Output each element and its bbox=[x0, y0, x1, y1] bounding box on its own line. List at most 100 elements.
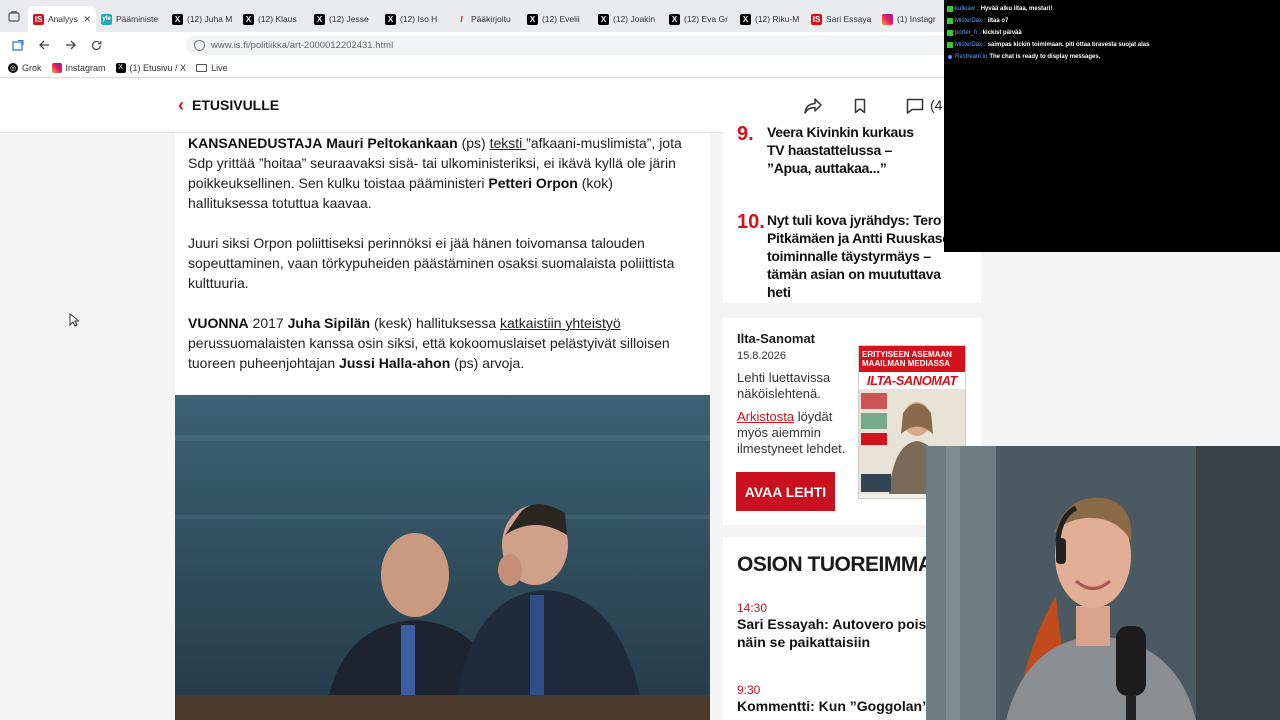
close-tab-icon[interactable]: ✕ bbox=[83, 14, 91, 25]
kick-badge-icon bbox=[947, 18, 953, 24]
rank-headline: Veera Kivinkin kurkaus TV haastattelussa… bbox=[767, 124, 914, 176]
text-span: 2017 bbox=[248, 315, 288, 331]
kick-badge-icon bbox=[947, 6, 953, 12]
chat-username: Restream.io bbox=[955, 54, 988, 60]
paper-date: 15.8.2026 bbox=[737, 350, 786, 362]
text-span: (ps) arvoja. bbox=[450, 355, 525, 371]
yle-favicon-icon: yle bbox=[101, 13, 112, 25]
person-name: Juha Sipilän bbox=[287, 315, 371, 331]
chat-colon: : bbox=[977, 6, 979, 12]
comments-count[interactable]: (4 bbox=[930, 97, 942, 113]
bookmark-item[interactable]: Live bbox=[196, 63, 228, 73]
tab-label: (12) Riku-M bbox=[755, 14, 800, 24]
url-text: www.is.fi/politiikka/art-2000012202431.h… bbox=[211, 39, 394, 51]
text-span: (kesk) hallituksessa bbox=[370, 315, 501, 331]
chevron-left-icon: ‹ bbox=[178, 95, 184, 115]
back-arrow-icon[interactable] bbox=[32, 33, 56, 57]
most-read-item[interactable]: 10. Nyt tuli kova jyrähdys: Tero Pitkämäe… bbox=[737, 211, 962, 301]
tab-overview-icon[interactable] bbox=[0, 0, 28, 32]
browser-tab[interactable]: IS Sari Essaya bbox=[806, 6, 877, 32]
person-name: Jussi Halla-ahon bbox=[339, 355, 451, 371]
lead-word: KANSANEDUSTAJA bbox=[188, 135, 323, 151]
browser-tab[interactable]: X (12) Evelii bbox=[522, 6, 593, 32]
browser-tab[interactable]: X (12) Juha M bbox=[167, 6, 238, 32]
browser-tab[interactable]: (1) Instagr bbox=[877, 6, 944, 32]
back-to-frontpage-link[interactable]: ‹ ETUSIVULLE bbox=[178, 96, 279, 114]
x-favicon-icon: X bbox=[598, 13, 609, 25]
chat-text: Hyvää alku iltaa, mestari! bbox=[980, 6, 1053, 12]
x-favicon-icon: X bbox=[527, 13, 538, 25]
tab-label: Pääkirjoitu bbox=[471, 14, 511, 24]
ig-favicon-icon bbox=[882, 13, 893, 25]
share-icon[interactable] bbox=[802, 95, 824, 117]
bookmark-item[interactable]: ◎ Grok bbox=[8, 62, 42, 73]
browser-tab[interactable]: X (12) Jesse bbox=[309, 6, 380, 32]
x-favicon-icon: X bbox=[669, 13, 680, 25]
chat-username: MisterDax bbox=[955, 18, 983, 24]
chat-username: porter_fi bbox=[955, 30, 978, 36]
tab-label: (12) Klaus bbox=[258, 14, 297, 24]
forward-arrow-icon[interactable] bbox=[58, 33, 82, 57]
browser-tab[interactable]: IS Analyys ✕ bbox=[28, 6, 96, 32]
chat-username: MisterDax bbox=[955, 42, 983, 48]
chat-username: kutkiaw bbox=[955, 6, 976, 12]
browser-tab[interactable]: yle Pääministe bbox=[96, 6, 167, 32]
text-span: (ps) bbox=[457, 135, 490, 151]
chat-colon: : bbox=[979, 30, 981, 36]
browser-tab[interactable]: X (12) Klaus bbox=[238, 6, 309, 32]
tab-label: Sari Essaya bbox=[826, 14, 872, 24]
bookmarks-bar: ◎ Grok Instagram X (1) Etusivu / X Live bbox=[0, 58, 944, 78]
bookmark-label: Grok bbox=[22, 62, 42, 73]
address-bar[interactable]: www.is.fi/politiikka/art-2000012202431.h… bbox=[186, 35, 944, 55]
folder-icon bbox=[196, 63, 208, 72]
bookmark-label: (1) Etusivu / X bbox=[129, 62, 187, 73]
chat-message: MisterDax: saimpas kickin toimimaan. piti… bbox=[947, 39, 1280, 51]
chat-colon: : bbox=[984, 42, 986, 48]
chat-message: Restream.io The chat is ready to display … bbox=[947, 51, 1280, 63]
bookmark-icon[interactable] bbox=[849, 95, 871, 117]
bookmark-label: Instagram bbox=[65, 62, 106, 73]
rank-headline: Nyt tuli kova jyrähdys: Tero Pitkämäen j… bbox=[767, 212, 959, 300]
tab-label: (12) Eva Gr bbox=[684, 14, 728, 24]
browser-tab[interactable]: X (12) Joakin bbox=[593, 6, 664, 32]
tab-label: Pääministe bbox=[116, 14, 159, 24]
chat-text: The chat is ready to display messages. bbox=[989, 54, 1101, 60]
new-window-icon[interactable] bbox=[6, 33, 30, 57]
browser-tab[interactable]: X (12) Iso H bbox=[380, 6, 451, 32]
is-favicon-icon: IS bbox=[33, 13, 44, 25]
chat-message: porter_fi: kickist päivää bbox=[947, 27, 1280, 39]
kick-badge-icon bbox=[947, 42, 953, 48]
chat-text: kickist päivää bbox=[982, 30, 1022, 36]
system-dot-icon bbox=[948, 55, 952, 59]
browser-tab[interactable]: X (12) Riku-M bbox=[735, 6, 806, 32]
person-name: Mauri Peltokankaan bbox=[326, 135, 458, 151]
most-read-item[interactable]: 9. Veera Kivinkin kurkaus TV haastattelus… bbox=[737, 123, 927, 177]
bookmark-item[interactable]: Instagram bbox=[51, 62, 106, 73]
chat-colon: : bbox=[984, 18, 986, 24]
lead-word: VUONNA bbox=[188, 315, 249, 331]
cover-headline: ERITYISEEN ASEMAAN MAAILMAN MEDIASSA bbox=[859, 346, 965, 372]
tab-label: Analyys bbox=[48, 14, 78, 24]
tab-label: (1) Instagr bbox=[897, 14, 936, 24]
site-info-icon[interactable] bbox=[194, 39, 205, 51]
browser-tab[interactable]: X (12) Eva Gr bbox=[664, 6, 735, 32]
x-icon: X bbox=[115, 62, 126, 73]
article-paragraph-2: Juuri siksi Orpon poliittiseksi perinnök… bbox=[188, 235, 675, 291]
reload-icon[interactable] bbox=[84, 33, 108, 57]
streamer-webcam bbox=[926, 446, 1280, 720]
chat-text: saimpas kickin toimimaan. piti ottaa bra… bbox=[987, 42, 1150, 48]
rank-number: 10. bbox=[737, 211, 765, 233]
comment-icon[interactable] bbox=[904, 95, 926, 117]
latest-title: OSION TUOREIMMAT bbox=[737, 553, 944, 576]
bookmark-item[interactable]: X (1) Etusivu / X bbox=[115, 62, 187, 73]
back-label: ETUSIVULLE bbox=[192, 97, 280, 113]
archive-link[interactable]: Arkistosta bbox=[737, 409, 794, 424]
article-link[interactable]: teksti bbox=[490, 135, 527, 151]
open-paper-button[interactable]: AVAA LEHTI bbox=[736, 472, 835, 511]
x-favicon-icon: X bbox=[243, 13, 254, 25]
browser-tab[interactable]: I Pääkirjoitu bbox=[451, 6, 522, 32]
stream-chat-overlay: kutkiaw: Hyvää alku iltaa, mestari! Mister… bbox=[944, 0, 1280, 252]
bookmark-label: Live bbox=[211, 62, 228, 73]
person-name: Petteri Orpon bbox=[488, 175, 578, 191]
article-link[interactable]: katkaistiin yhteistyö bbox=[500, 315, 621, 331]
